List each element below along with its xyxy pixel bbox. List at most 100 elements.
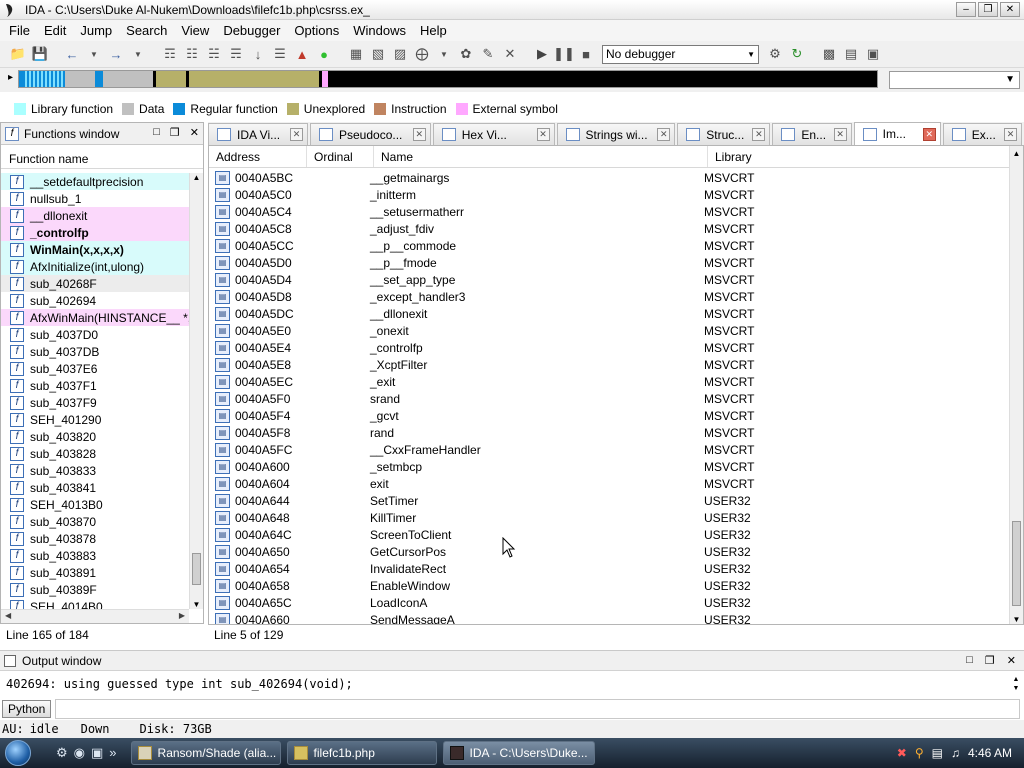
menu-windows[interactable]: Windows [346,23,413,38]
maximize-pane-icon[interactable]: □ [966,654,973,667]
attach-icon[interactable]: ⚙ [765,44,785,64]
task-ransom-shade[interactable]: Ransom/Shade (alia... [130,741,281,765]
import-row[interactable]: ▤ 0040A5D4 __set_app_type MSVCRT [209,271,1007,288]
threads-icon[interactable]: ▤ [841,44,861,64]
function-list-item[interactable]: f sub_403870 [1,513,189,530]
function-list-item[interactable]: f __setdefaultprecision [1,173,189,190]
import-row[interactable]: ▤ 0040A5C8 _adjust_fdiv MSVCRT [209,220,1007,237]
search-text-icon[interactable]: ☷ [182,44,202,64]
import-row[interactable]: ▤ 0040A5CC __p__commode MSVCRT [209,237,1007,254]
close-tab-icon[interactable]: ✕ [833,128,847,141]
function-list-item[interactable]: f SEH_401290 [1,411,189,428]
scroll-down-icon[interactable]: ▼ [1010,615,1023,624]
stop-icon[interactable]: ■ [576,44,596,64]
minimize-button[interactable]: – [956,2,976,17]
python-command-input[interactable] [55,699,1020,719]
import-row[interactable]: ▤ 0040A5C0 _initterm MSVCRT [209,186,1007,203]
browser-icon[interactable]: ◉ [74,745,85,761]
menu-edit[interactable]: Edit [37,23,73,38]
code-icon[interactable]: ▦ [346,44,366,64]
start-button[interactable] [0,738,36,768]
import-row[interactable]: ▤ 0040A5DC __dllonexit MSVCRT [209,305,1007,322]
close-pane-icon[interactable]: ✕ [190,126,199,139]
import-row[interactable]: ▤ 0040A644 SetTimer USER32 [209,492,1007,509]
function-list-item[interactable]: f sub_403820 [1,428,189,445]
tab-im[interactable]: Im... ✕ [853,122,941,145]
function-list-item[interactable]: f sub_4037F1 [1,377,189,394]
breakpoints-icon[interactable]: ▣ [863,44,883,64]
scroll-right-icon[interactable]: ▶ [179,611,185,620]
struct-icon[interactable]: ▨ [390,44,410,64]
jump-down-icon[interactable]: ↓ [248,44,268,64]
debugger-select[interactable]: No debugger ▼ [602,44,759,64]
more-icon[interactable]: » [109,745,116,761]
list-icon[interactable]: ☰ [270,44,290,64]
import-row[interactable]: ▤ 0040A5F8 rand MSVCRT [209,424,1007,441]
import-row[interactable]: ▤ 0040A648 KillTimer USER32 [209,509,1007,526]
close-tab-icon[interactable]: ✕ [1004,128,1017,141]
scroll-up-icon[interactable]: ▲ [190,173,203,182]
save-icon[interactable]: 💾 [30,44,50,64]
scroll-down-icon[interactable]: ▼ [1013,685,1020,692]
import-row[interactable]: ▤ 0040A650 GetCursorPos USER32 [209,543,1007,560]
go-green-icon[interactable]: ● [314,44,334,64]
function-list-item[interactable]: f __dllonexit [1,207,189,224]
library-column-header[interactable]: Library [708,146,998,167]
function-list-item[interactable]: f sub_403841 [1,479,189,496]
output-scrollbar[interactable]: ▲ ▼ [1010,675,1022,695]
function-list-item[interactable]: f sub_403828 [1,445,189,462]
tab-en[interactable]: En... ✕ [772,123,852,145]
function-list-item[interactable]: f sub_403833 [1,462,189,479]
function-name-column-header[interactable]: Function name [1,149,203,169]
restore-button[interactable]: ❐ [978,2,998,17]
imports-vertical-scrollbar[interactable]: ▲ ▼ [1009,146,1023,624]
functions-vertical-scrollbar[interactable]: ▲ ▼ [189,173,203,609]
navigation-strip[interactable] [18,70,878,88]
address-column-header[interactable]: Address [209,146,307,167]
scroll-thumb[interactable] [192,553,201,585]
rename-icon[interactable]: ✎ [478,44,498,64]
forward-arrow-icon[interactable]: → [106,44,126,64]
function-list-item[interactable]: f sub_403883 [1,547,189,564]
function-list-item[interactable]: f sub_4037E6 [1,360,189,377]
tab-ex[interactable]: Ex... ✕ [942,123,1022,145]
security-alert-icon[interactable]: ✖ [897,746,907,760]
menu-help[interactable]: Help [413,23,454,38]
function-list-item[interactable]: f WinMain(x,x,x,x) [1,241,189,258]
close-tab-icon[interactable]: ✕ [657,128,671,141]
scroll-up-icon[interactable]: ▲ [1013,676,1020,683]
close-pane-icon[interactable]: ✕ [1007,654,1016,667]
tab-stringswi[interactable]: Strings wi... ✕ [556,123,676,145]
desktop-icon[interactable]: ▣ [91,745,103,761]
function-list-item[interactable]: f AfxWinMain(HINSTANCE__ *,H [1,309,189,326]
forward-dropdown-icon[interactable]: ▼ [128,44,148,64]
play-icon[interactable]: ▶ [532,44,552,64]
close-tab-icon[interactable]: ✕ [536,128,550,141]
import-row[interactable]: ▤ 0040A5D8 _except_handler3 MSVCRT [209,288,1007,305]
function-list-item[interactable]: f sub_40268F [1,275,189,292]
function-list-item[interactable]: f sub_4037D0 [1,326,189,343]
undefine-icon[interactable]: ✕ [500,44,520,64]
function-list-item[interactable]: f sub_40389F [1,581,189,598]
import-row[interactable]: ▤ 0040A5E0 _onexit MSVCRT [209,322,1007,339]
search-binary-icon[interactable]: ☵ [204,44,224,64]
function-list-item[interactable]: f SEH_4014B0 [1,598,189,609]
function-list-item[interactable]: f AfxInitialize(int,ulong) [1,258,189,275]
network-icon[interactable]: ▤ [932,746,943,760]
open-folder-icon[interactable]: 📁 [8,44,28,64]
scroll-left-icon[interactable]: ◀ [5,611,11,620]
function-list-item[interactable]: f nullsub_1 [1,190,189,207]
menu-file[interactable]: File [2,23,37,38]
close-tab-icon[interactable]: ✕ [922,127,936,141]
task-ida[interactable]: IDA - C:\Users\Duke... [442,741,595,765]
back-dropdown-icon[interactable]: ▼ [84,44,104,64]
tab-pseudoco[interactable]: Pseudoco... ✕ [310,123,431,145]
float-pane-icon[interactable]: ❐ [170,126,180,139]
close-tab-icon[interactable]: ✕ [752,128,766,141]
data-icon[interactable]: ▧ [368,44,388,64]
import-row[interactable]: ▤ 0040A65C LoadIconA USER32 [209,594,1007,611]
back-arrow-icon[interactable]: ← [62,44,82,64]
name-column-header[interactable]: Name [374,146,708,167]
refresh-icon[interactable]: ↻ [787,44,807,64]
import-row[interactable]: ▤ 0040A5D0 __p__fmode MSVCRT [209,254,1007,271]
